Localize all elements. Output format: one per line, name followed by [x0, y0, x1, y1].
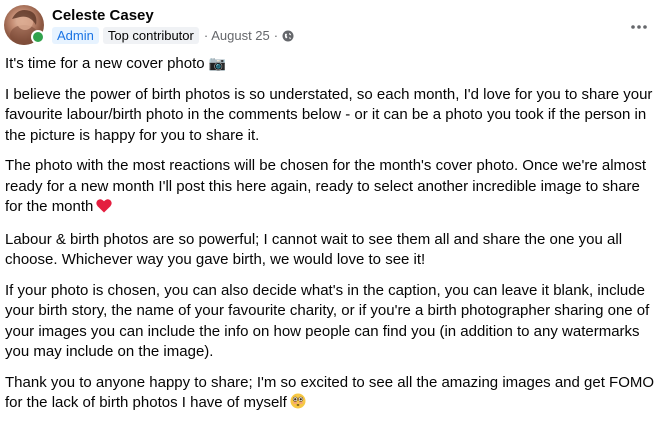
globe-icon[interactable] — [282, 30, 294, 42]
meta-separator: · — [203, 28, 209, 43]
post-paragraph-5-text: Thank you to anyone happy to share; I'm … — [5, 373, 655, 412]
post-card: Celeste Casey Admin Top contributor · Au… — [0, 0, 663, 411]
post-paragraph-1: I believe the power of birth photos is s… — [5, 85, 653, 144]
post-paragraph-4: If your photo is chosen, you can also de… — [5, 281, 650, 361]
heart-emoji — [96, 198, 113, 220]
post-body: It's time for a new cover photo 📷 I belie… — [5, 53, 657, 426]
post-paragraph-2: The photo with the most reactions will b… — [5, 156, 657, 220]
online-status-indicator — [31, 30, 45, 44]
post-paragraph-3: Labour & birth photos are so powerful; I… — [5, 230, 623, 269]
post-title: It's time for a new cover photo — [5, 55, 205, 72]
post-paragraph-5: Thank you to anyone happy to share; I'm … — [5, 373, 657, 416]
admin-badge[interactable]: Admin — [52, 27, 99, 44]
author-name[interactable]: Celeste Casey — [52, 7, 154, 24]
post-meta: Admin Top contributor · August 25 · — [52, 27, 294, 44]
top-contributor-badge[interactable]: Top contributor — [102, 27, 199, 44]
camera-emoji: 📷 — [208, 55, 227, 71]
post-header: Celeste Casey Admin Top contributor · Au… — [4, 3, 663, 49]
author-avatar-wrapper[interactable] — [4, 5, 45, 45]
more-options-button[interactable] — [629, 17, 649, 37]
post-title-paragraph: It's time for a new cover photo 📷 — [5, 53, 657, 75]
meta-separator-2: · — [273, 28, 279, 43]
post-date[interactable]: August 25 — [211, 28, 270, 43]
flushed-face-emoji — [290, 393, 306, 416]
more-horizontal-icon — [631, 25, 647, 29]
